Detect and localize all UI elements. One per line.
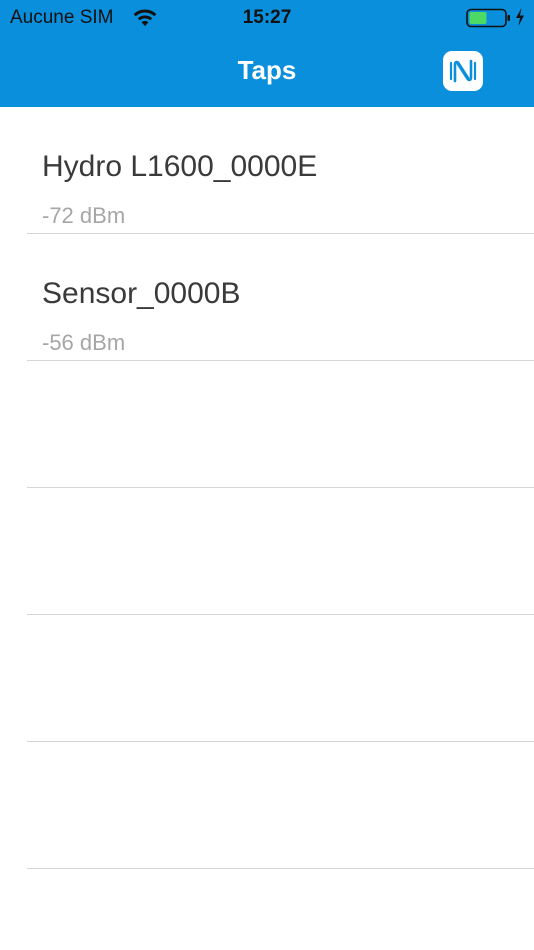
nfc-icon[interactable] xyxy=(442,50,484,92)
screen: Aucune SIM 15:27 Taps Hydro L1600_0000E xyxy=(0,0,534,950)
empty-row xyxy=(0,488,534,615)
empty-row xyxy=(0,615,534,742)
navigation-bar: Taps xyxy=(0,36,534,107)
device-name: Hydro L1600_0000E xyxy=(42,150,318,183)
device-list: Hydro L1600_0000E -72 dBm Sensor_0000B -… xyxy=(0,107,534,869)
battery-icon xyxy=(466,8,510,28)
device-name: Sensor_0000B xyxy=(42,277,241,310)
clock: 15:27 xyxy=(242,7,292,28)
device-signal: -72 dBm xyxy=(42,203,126,228)
device-signal: -56 dBm xyxy=(42,330,126,355)
device-row[interactable]: Sensor_0000B -56 dBm xyxy=(0,234,534,361)
charging-bolt-icon xyxy=(516,8,524,26)
status-bar: Aucune SIM 15:27 xyxy=(0,0,534,36)
empty-row xyxy=(0,742,534,869)
device-row[interactable]: Hydro L1600_0000E -72 dBm xyxy=(0,107,534,234)
empty-row xyxy=(0,361,534,488)
